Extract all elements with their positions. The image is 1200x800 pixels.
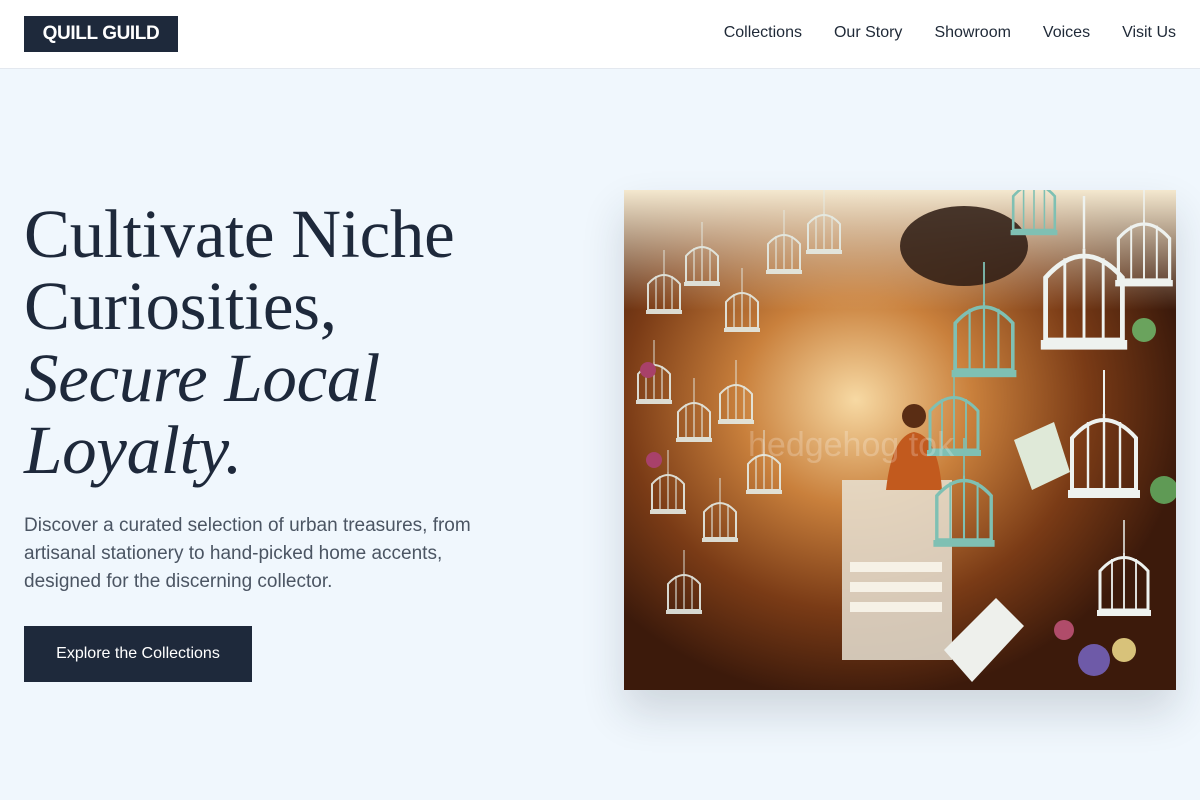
nav-link-collections[interactable]: Collections [724, 22, 802, 44]
birdcage-shop-photo: hedgehog tok [624, 190, 1176, 690]
nav-link-our-story[interactable]: Our Story [834, 22, 902, 44]
shopkeeper-head [902, 404, 926, 428]
image-watermark: hedgehog tok [748, 426, 955, 464]
bench-slat [850, 582, 942, 592]
nav-link-voices[interactable]: Voices [1043, 22, 1090, 44]
hero-headline: Cultivate Niche Curiosities, Secure Loca… [24, 198, 584, 486]
hero-copy: Cultivate Niche Curiosities, Secure Loca… [24, 198, 584, 596]
bench-slat [850, 562, 942, 572]
main-nav: Collections Our Story Showroom Voices Vi… [724, 22, 1176, 44]
headline-line-1: Cultivate Niche [24, 196, 455, 272]
ceiling-light [624, 190, 1176, 310]
bench-slat [850, 602, 942, 612]
headline-line-2: Curiosities, [24, 268, 337, 344]
nav-link-showroom[interactable]: Showroom [934, 22, 1010, 44]
headline-line-4: Loyalty. [24, 412, 243, 488]
nav-link-visit-us[interactable]: Visit Us [1122, 22, 1176, 44]
hero-description: Discover a curated selection of urban tr… [24, 515, 471, 592]
site-header: QUILL GUILD Collections Our Story Showro… [0, 0, 1200, 69]
hanging-basket [900, 206, 1028, 286]
brand-logo[interactable]: QUILL GUILD [24, 16, 178, 52]
hero-image: hedgehog tok [624, 190, 1176, 690]
headline-line-3: Secure Local [24, 340, 380, 416]
explore-collections-button[interactable]: Explore the Collections [24, 626, 252, 682]
